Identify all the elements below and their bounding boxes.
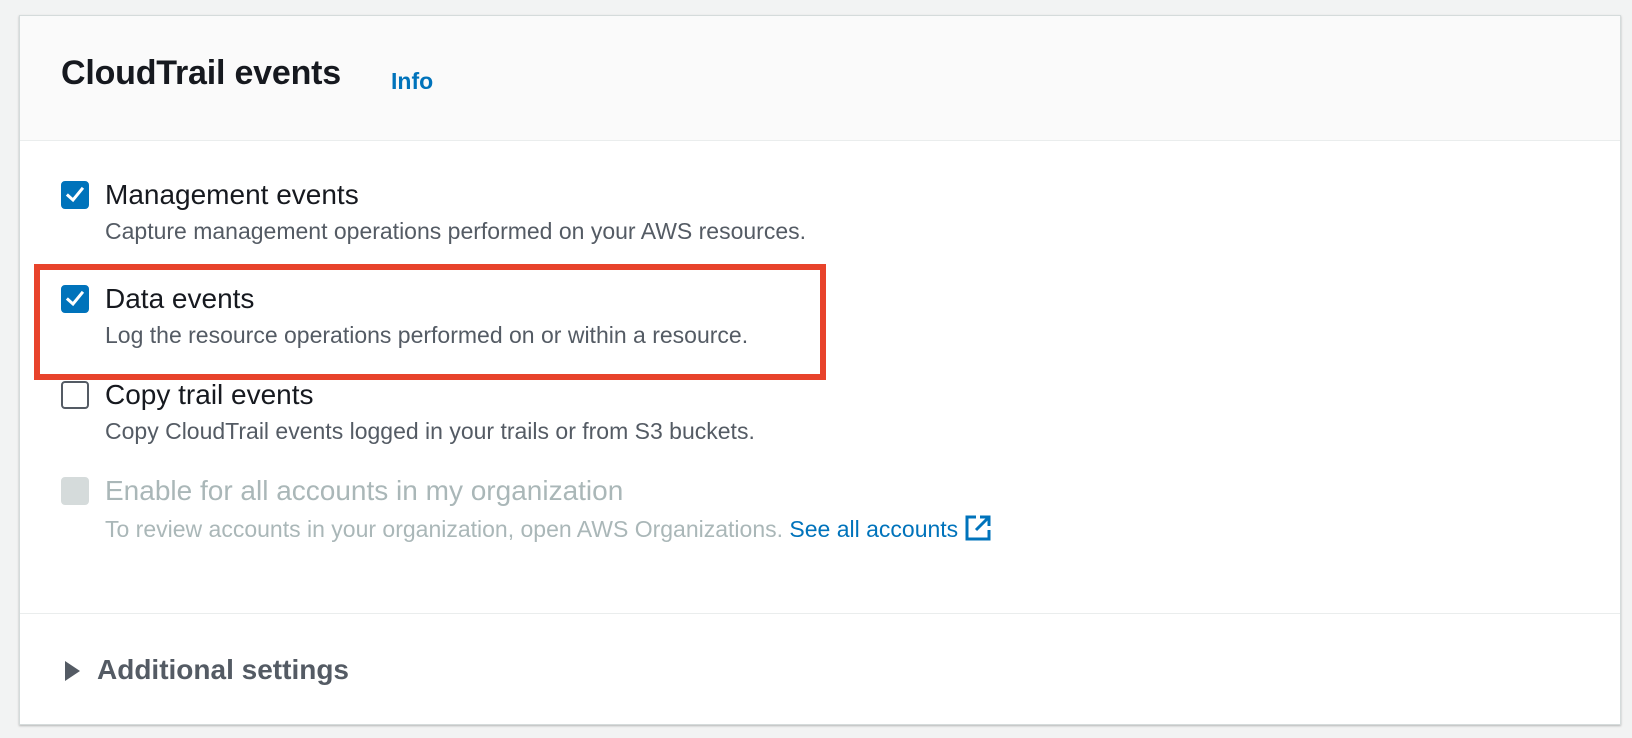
copy-trail-events-checkbox[interactable]: [61, 381, 89, 409]
management-events-label[interactable]: Management events: [105, 179, 359, 211]
external-link-icon[interactable]: [964, 514, 992, 542]
enable-all-accounts-checkbox: [61, 477, 89, 505]
data-events-checkbox[interactable]: [61, 285, 89, 313]
management-events-description: Capture management operations performed …: [105, 218, 807, 244]
caret-right-icon[interactable]: [63, 660, 81, 682]
enable-all-accounts-description: To review accounts in your organization,…: [105, 514, 992, 543]
see-all-accounts-link[interactable]: See all accounts: [789, 514, 992, 542]
data-events-label[interactable]: Data events: [105, 283, 254, 315]
panel-title: CloudTrail events: [61, 54, 342, 92]
section-divider: [20, 613, 1620, 614]
copy-trail-events-description: Copy CloudTrail events logged in your tr…: [105, 418, 755, 444]
management-events-checkbox[interactable]: [61, 181, 89, 209]
additional-settings-label[interactable]: Additional settings: [97, 654, 349, 686]
checkmark-icon: [65, 290, 85, 307]
cloudtrail-events-panel: CloudTrail events Info Management events…: [19, 15, 1621, 725]
data-events-description: Log the resource operations performed on…: [105, 322, 749, 348]
info-link[interactable]: Info: [391, 68, 433, 95]
copy-trail-events-label[interactable]: Copy trail events: [105, 379, 314, 411]
enable-all-accounts-description-text: To review accounts in your organization,…: [105, 516, 784, 542]
see-all-accounts-link-text[interactable]: See all accounts: [789, 516, 958, 542]
panel-header: CloudTrail events Info: [20, 16, 1620, 141]
checkmark-icon: [65, 186, 85, 203]
enable-all-accounts-label: Enable for all accounts in my organizati…: [105, 475, 624, 506]
